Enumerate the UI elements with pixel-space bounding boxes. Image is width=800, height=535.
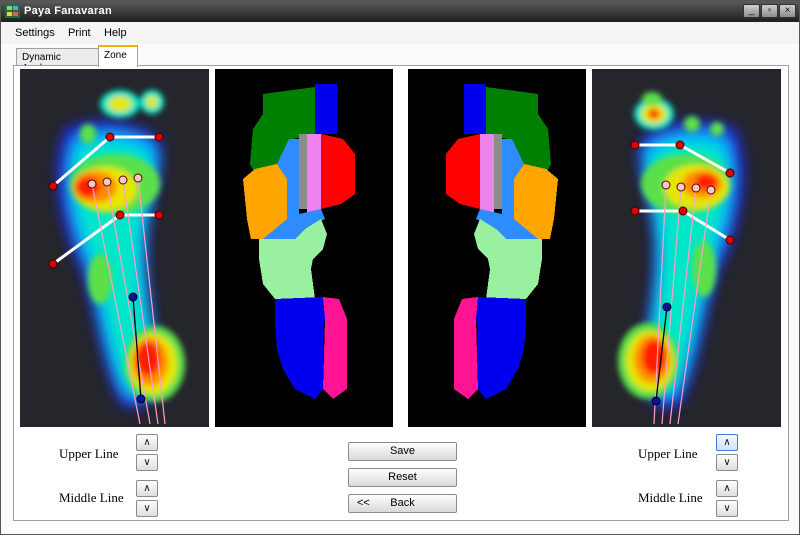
app-window: Paya Fanavaran _ ▫ × Settings Print Help… (0, 0, 800, 535)
title-bar: Paya Fanavaran _ ▫ × (1, 1, 799, 22)
left-foot-heatmap[interactable] (20, 69, 209, 427)
tab-strip: Dynamic Analyze Zone (1, 44, 799, 74)
right-middle-line-up-button[interactable]: ∧ (716, 480, 738, 497)
reset-button[interactable]: Reset (348, 468, 457, 487)
right-middle-line-label: Middle Line (638, 490, 703, 505)
right-upper-line-label: Upper Line (638, 446, 698, 461)
minimize-button[interactable]: _ (743, 4, 760, 18)
close-button[interactable]: × (779, 4, 796, 18)
tab-zone[interactable]: Zone (98, 45, 138, 67)
back-button-label: Back (390, 497, 415, 509)
left-upper-line-down-button[interactable]: ∨ (136, 454, 158, 471)
save-button[interactable]: Save (348, 442, 457, 461)
menu-print[interactable]: Print (68, 27, 91, 39)
left-middle-line-up-button[interactable]: ∧ (136, 480, 158, 497)
right-foot-zone-map[interactable] (408, 69, 586, 427)
back-arrows-icon: << (357, 497, 370, 509)
left-upper-line-up-button[interactable]: ∧ (136, 434, 158, 451)
menu-help[interactable]: Help (104, 27, 127, 39)
left-middle-line-label: Middle Line (59, 490, 124, 505)
right-foot-heatmap[interactable] (592, 69, 781, 427)
right-middle-line-down-button[interactable]: ∨ (716, 500, 738, 517)
left-foot-zone-map[interactable] (215, 69, 393, 427)
restore-button[interactable]: ▫ (761, 4, 778, 18)
tab-dynamic-analyze[interactable]: Dynamic Analyze (16, 48, 99, 74)
left-upper-line-label: Upper Line (59, 446, 119, 461)
window-title: Paya Fanavaran (24, 5, 112, 17)
right-upper-line-down-button[interactable]: ∨ (716, 454, 738, 471)
left-middle-line-down-button[interactable]: ∨ (136, 500, 158, 517)
menu-bar: Settings Print Help (1, 22, 799, 44)
back-button[interactable]: << Back (348, 494, 457, 513)
right-upper-line-up-button[interactable]: ∧ (716, 434, 738, 451)
menu-settings[interactable]: Settings (15, 27, 55, 39)
app-logo-icon (5, 4, 20, 18)
